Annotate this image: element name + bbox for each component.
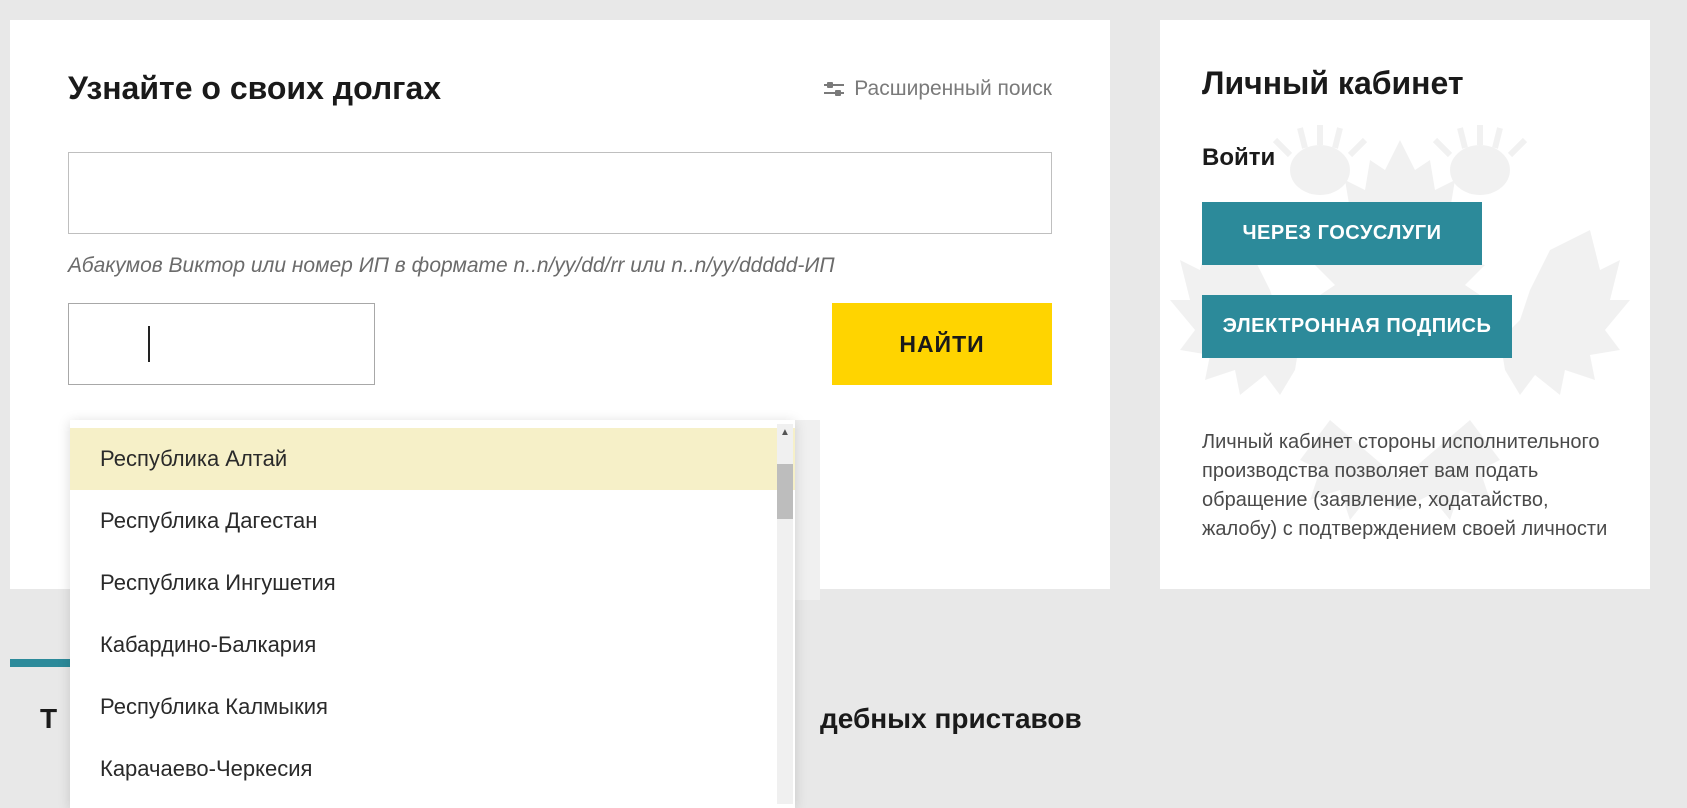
- advanced-search-link[interactable]: Расширенный поиск: [824, 77, 1052, 101]
- main-header: Узнайте о своих долгах Расширенный поиск: [68, 70, 1052, 107]
- scrollbar[interactable]: ▲: [777, 424, 793, 804]
- region-option[interactable]: Республика Алтай: [70, 428, 795, 490]
- input-hint: Абакумов Виктор или номер ИП в формате n…: [68, 254, 1052, 278]
- debts-search-card: Узнайте о своих долгах Расширенный поиск…: [10, 20, 1110, 589]
- advanced-search-label: Расширенный поиск: [854, 77, 1052, 101]
- sliders-icon: [824, 81, 844, 97]
- region-option[interactable]: Республика Калмыкия: [70, 676, 795, 738]
- region-dropdown: Республика АлтайРеспублика ДагестанРеспу…: [70, 420, 795, 808]
- page-title: Узнайте о своих долгах: [68, 70, 441, 107]
- tab-fragment-right: дебных приставов: [820, 703, 1082, 735]
- sidebar-title: Личный кабинет: [1202, 65, 1608, 102]
- region-option[interactable]: Кабардино-Балкария: [70, 614, 795, 676]
- text-cursor: [148, 326, 150, 362]
- personal-account-card: Личный кабинет Войти ЧЕРЕЗ ГОСУСЛУГИ ЭЛЕ…: [1160, 20, 1650, 589]
- region-input[interactable]: [68, 303, 375, 385]
- region-option[interactable]: Республика Ингушетия: [70, 552, 795, 614]
- scroll-up-arrow[interactable]: ▲: [777, 424, 793, 440]
- search-row: НАЙТИ: [68, 303, 1052, 385]
- gosuslugi-login-button[interactable]: ЧЕРЕЗ ГОСУСЛУГИ: [1202, 202, 1482, 265]
- name-or-ip-input[interactable]: [68, 152, 1052, 234]
- tab-fragment-left: Т: [40, 703, 57, 735]
- find-button[interactable]: НАЙТИ: [832, 303, 1052, 385]
- region-option[interactable]: Карачаево-Черкесия: [70, 738, 795, 800]
- login-label: Войти: [1202, 144, 1608, 172]
- esignature-login-button[interactable]: ЭЛЕКТРОННАЯ ПОДПИСЬ: [1202, 295, 1512, 358]
- scrollbar-thumb[interactable]: [777, 464, 793, 519]
- active-tab-indicator: [10, 659, 70, 667]
- sidebar-description: Личный кабинет стороны исполнительного п…: [1202, 428, 1608, 544]
- region-option[interactable]: Республика Дагестан: [70, 490, 795, 552]
